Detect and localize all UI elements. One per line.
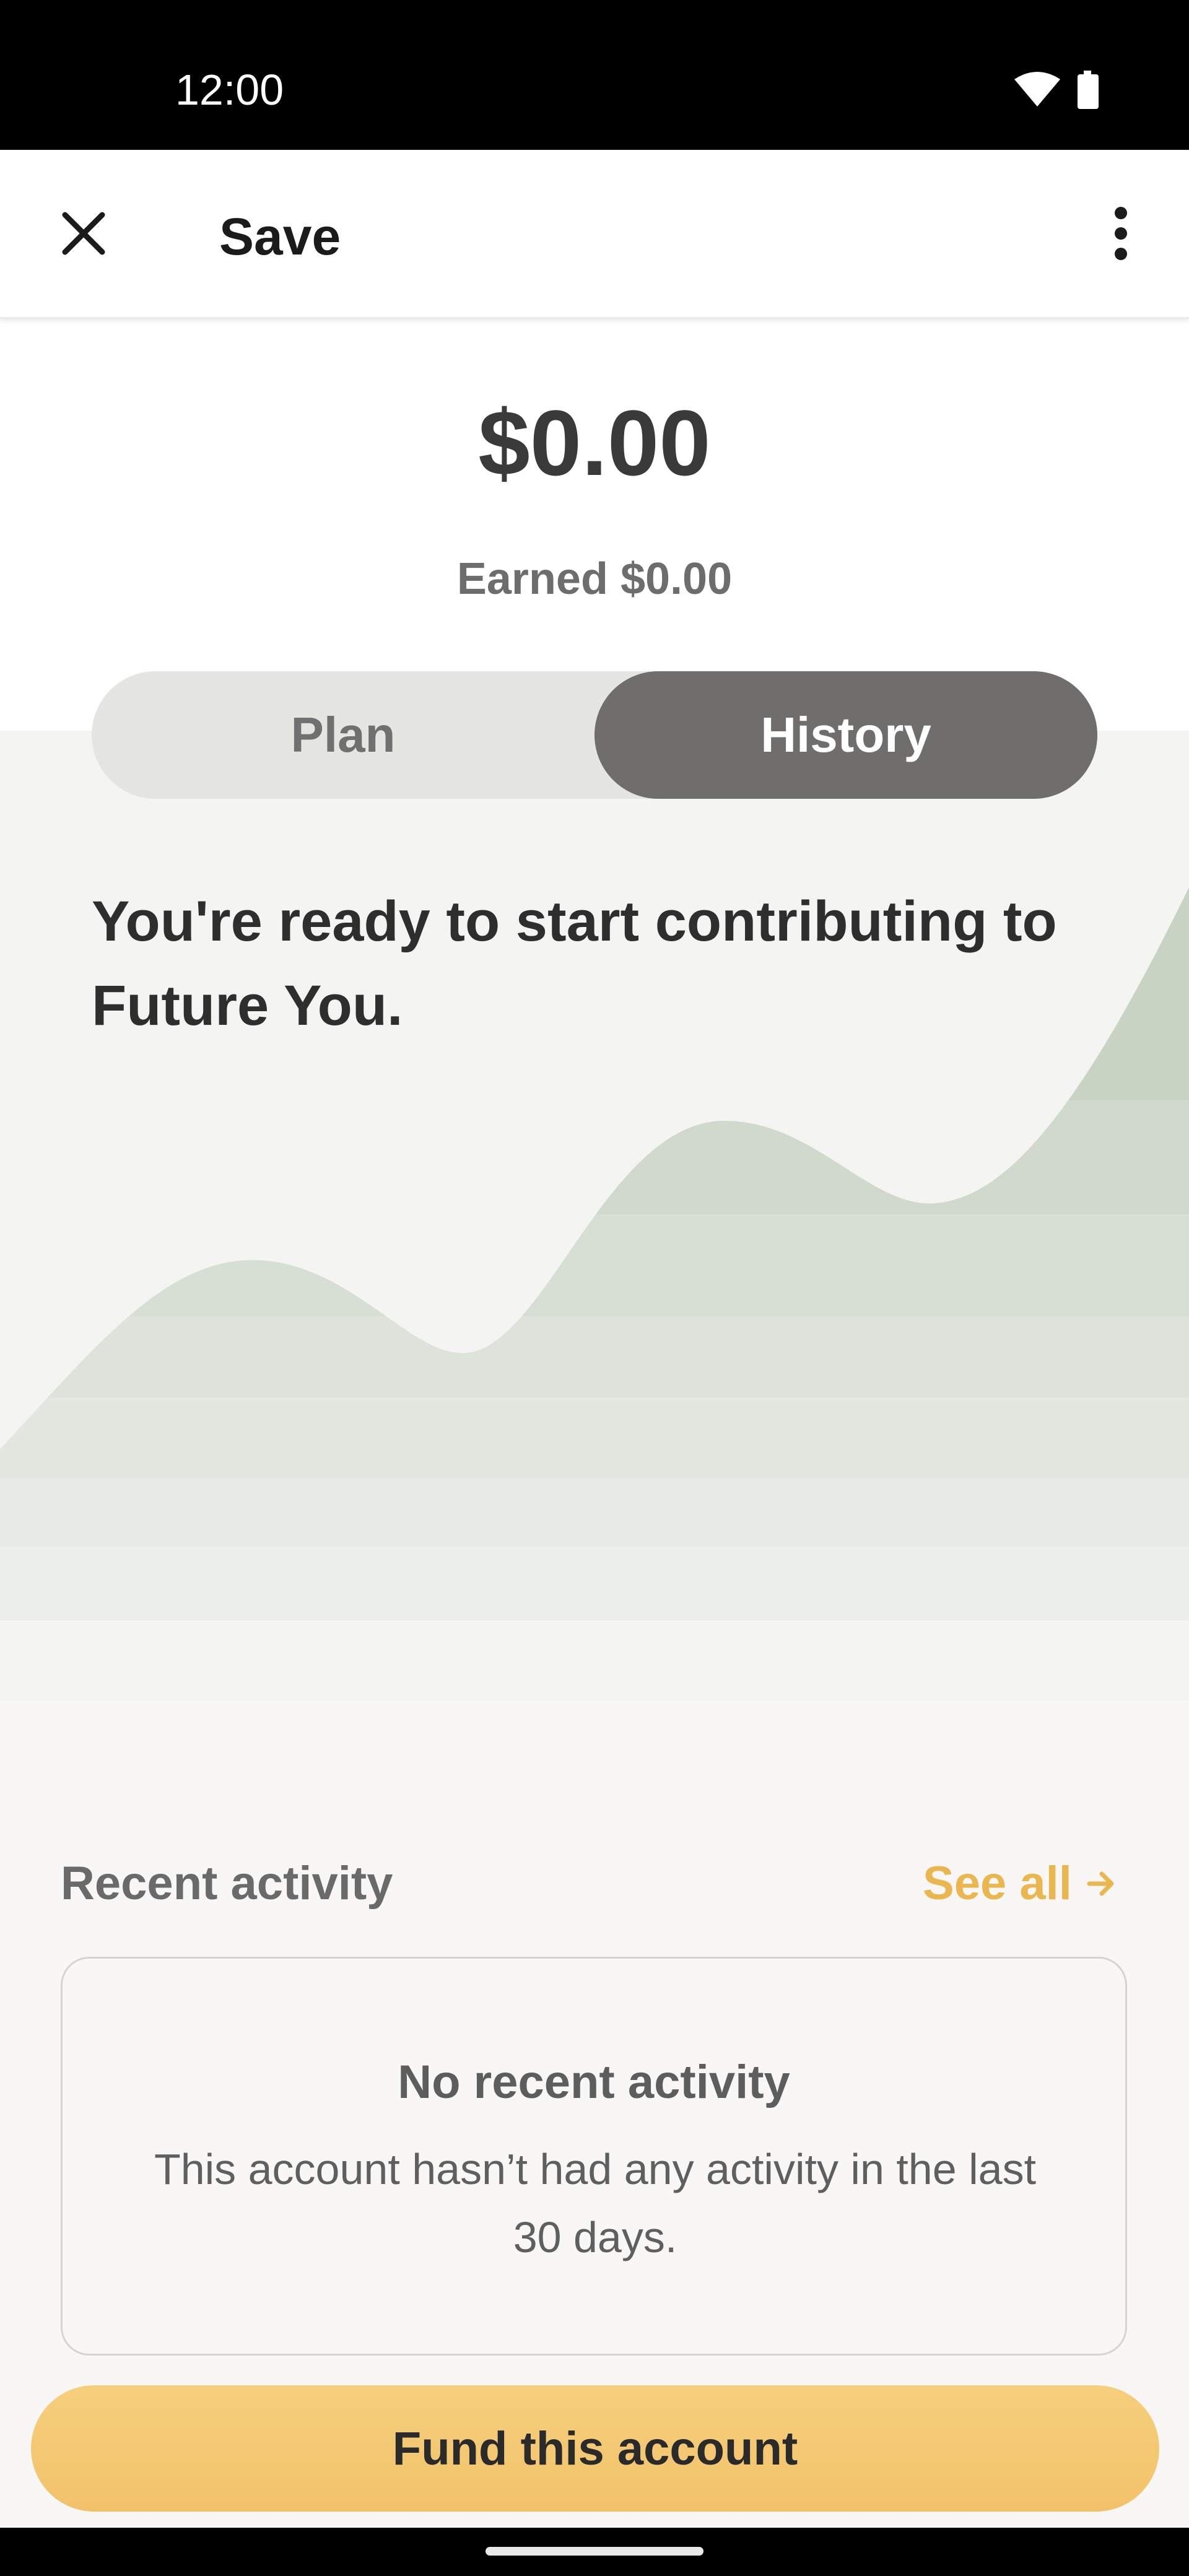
close-button[interactable] [43,193,124,274]
see-all-label: See all [923,1857,1072,1910]
status-time: 12:00 [175,66,284,114]
close-icon [62,212,105,255]
status-icons [1009,68,1115,111]
home-gesture-handle[interactable] [486,2547,703,2556]
tab-history[interactable]: History [594,671,1097,799]
arrow-right-icon [1084,1867,1118,1900]
growth-wave-graphic [0,887,1189,1700]
recent-activity-label: Recent activity [61,1857,393,1910]
recent-activity-card: No recent activity This account hasn’t h… [61,1957,1127,2356]
headline-text: You're ready to start contributing to Fu… [92,890,1057,1037]
app-bar: Save [0,150,1189,319]
system-nav-bar [0,2528,1189,2576]
earned-amount: Earned $0.00 [456,554,733,604]
tab-plan[interactable]: Plan [92,671,594,799]
growth-illustration [0,731,1189,1700]
plan-history-toggle: Plan History [92,671,1097,799]
status-bar: 12:00 [0,0,1189,150]
balance-amount: $0.00 [478,391,711,495]
summary-panel [0,317,1189,731]
empty-state-title: No recent activity [398,2056,790,2108]
see-all-link[interactable]: See all [923,1853,1118,1915]
battery-icon [1078,71,1099,109]
wifi-icon [1014,72,1060,107]
more-vert-icon [1115,207,1127,260]
page-title: Save [219,207,341,266]
more-options-button[interactable] [1084,193,1158,274]
fund-account-button[interactable]: Fund this account [31,2385,1159,2512]
empty-state-description: This account hasn’t had any activity in … [154,2145,1037,2261]
